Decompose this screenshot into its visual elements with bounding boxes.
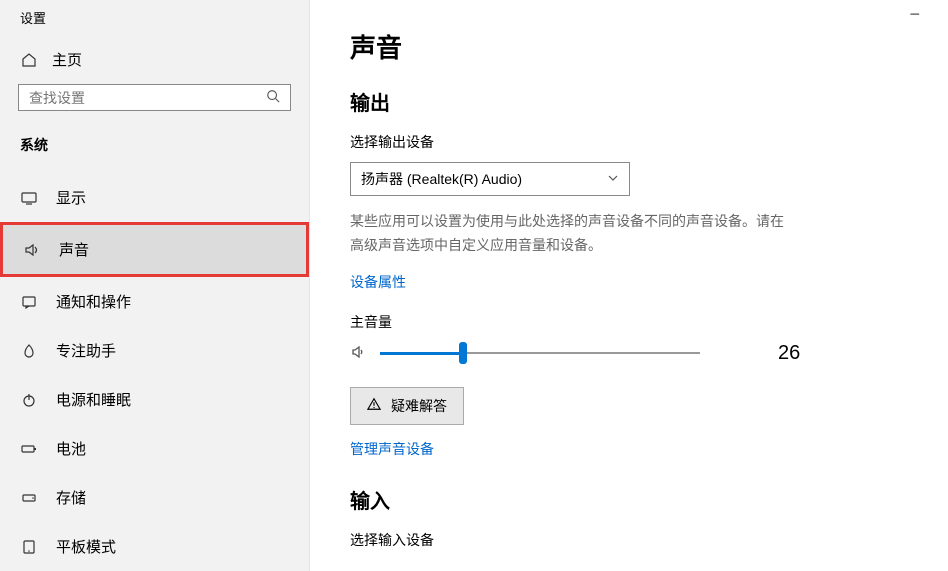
sidebar-item-tablet[interactable]: 平板模式 — [0, 522, 309, 571]
slider-fill — [380, 352, 463, 355]
sidebar-item-label: 存储 — [56, 487, 86, 508]
sidebar-item-sound[interactable]: 声音 — [0, 222, 309, 277]
sidebar-item-label: 电池 — [56, 438, 86, 459]
search-box[interactable] — [18, 84, 291, 111]
sidebar-item-storage[interactable]: 存储 — [0, 473, 309, 522]
nav-list: 显示 声音 通知和操作 专注助手 电源和睡眠 — [0, 173, 309, 571]
search-input[interactable] — [29, 90, 266, 106]
home-nav[interactable]: 主页 — [0, 39, 309, 84]
notifications-icon — [20, 293, 38, 311]
volume-slider[interactable] — [380, 343, 700, 363]
sidebar-item-display[interactable]: 显示 — [0, 173, 309, 222]
focus-icon — [20, 342, 38, 360]
volume-value: 26 — [778, 342, 800, 365]
home-icon — [20, 51, 38, 69]
output-description: 某些应用可以设置为使用与此处选择的声音设备不同的声音设备。请在高级声音选项中自定… — [350, 210, 790, 258]
sidebar-item-power[interactable]: 电源和睡眠 — [0, 375, 309, 424]
main-content: − 声音 输出 选择输出设备 扬声器 (Realtek(R) Audio) 某些… — [310, 0, 948, 571]
volume-label: 主音量 — [350, 312, 908, 332]
output-device-label: 选择输出设备 — [350, 132, 908, 152]
sidebar-item-notifications[interactable]: 通知和操作 — [0, 277, 309, 326]
sidebar-item-focus[interactable]: 专注助手 — [0, 326, 309, 375]
input-heading: 输入 — [350, 485, 908, 514]
app-title: 设置 — [0, 4, 309, 39]
minimize-button[interactable]: − — [909, 4, 920, 25]
sound-icon — [23, 241, 41, 259]
sidebar-item-label: 通知和操作 — [56, 291, 131, 312]
output-device-select[interactable]: 扬声器 (Realtek(R) Audio) — [350, 162, 630, 196]
sidebar-item-label: 平板模式 — [56, 536, 116, 557]
page-title: 声音 — [350, 28, 908, 65]
device-properties-link[interactable]: 设备属性 — [350, 272, 406, 292]
speaker-low-icon — [350, 344, 366, 363]
slider-thumb[interactable] — [459, 342, 467, 364]
power-icon — [20, 391, 38, 409]
manage-sound-devices-link[interactable]: 管理声音设备 — [350, 439, 434, 459]
battery-icon — [20, 440, 38, 458]
input-device-label: 选择输入设备 — [350, 530, 908, 550]
troubleshoot-button[interactable]: 疑难解答 — [350, 387, 464, 425]
sidebar-item-battery[interactable]: 电池 — [0, 424, 309, 473]
display-icon — [20, 189, 38, 207]
sidebar-item-label: 电源和睡眠 — [56, 389, 131, 410]
settings-sidebar: 设置 主页 系统 显示 声音 通知和操作 — [0, 0, 310, 571]
tablet-icon — [20, 538, 38, 556]
output-heading: 输出 — [350, 87, 908, 116]
troubleshoot-label: 疑难解答 — [391, 396, 447, 416]
output-device-value: 扬声器 (Realtek(R) Audio) — [361, 169, 522, 189]
home-label: 主页 — [52, 49, 82, 70]
search-icon — [266, 89, 280, 106]
sidebar-item-label: 显示 — [56, 187, 86, 208]
category-label: 系统 — [0, 125, 309, 173]
warning-icon — [367, 397, 381, 414]
chevron-down-icon — [607, 172, 619, 187]
sidebar-item-label: 声音 — [59, 239, 89, 260]
storage-icon — [20, 489, 38, 507]
sidebar-item-label: 专注助手 — [56, 340, 116, 361]
